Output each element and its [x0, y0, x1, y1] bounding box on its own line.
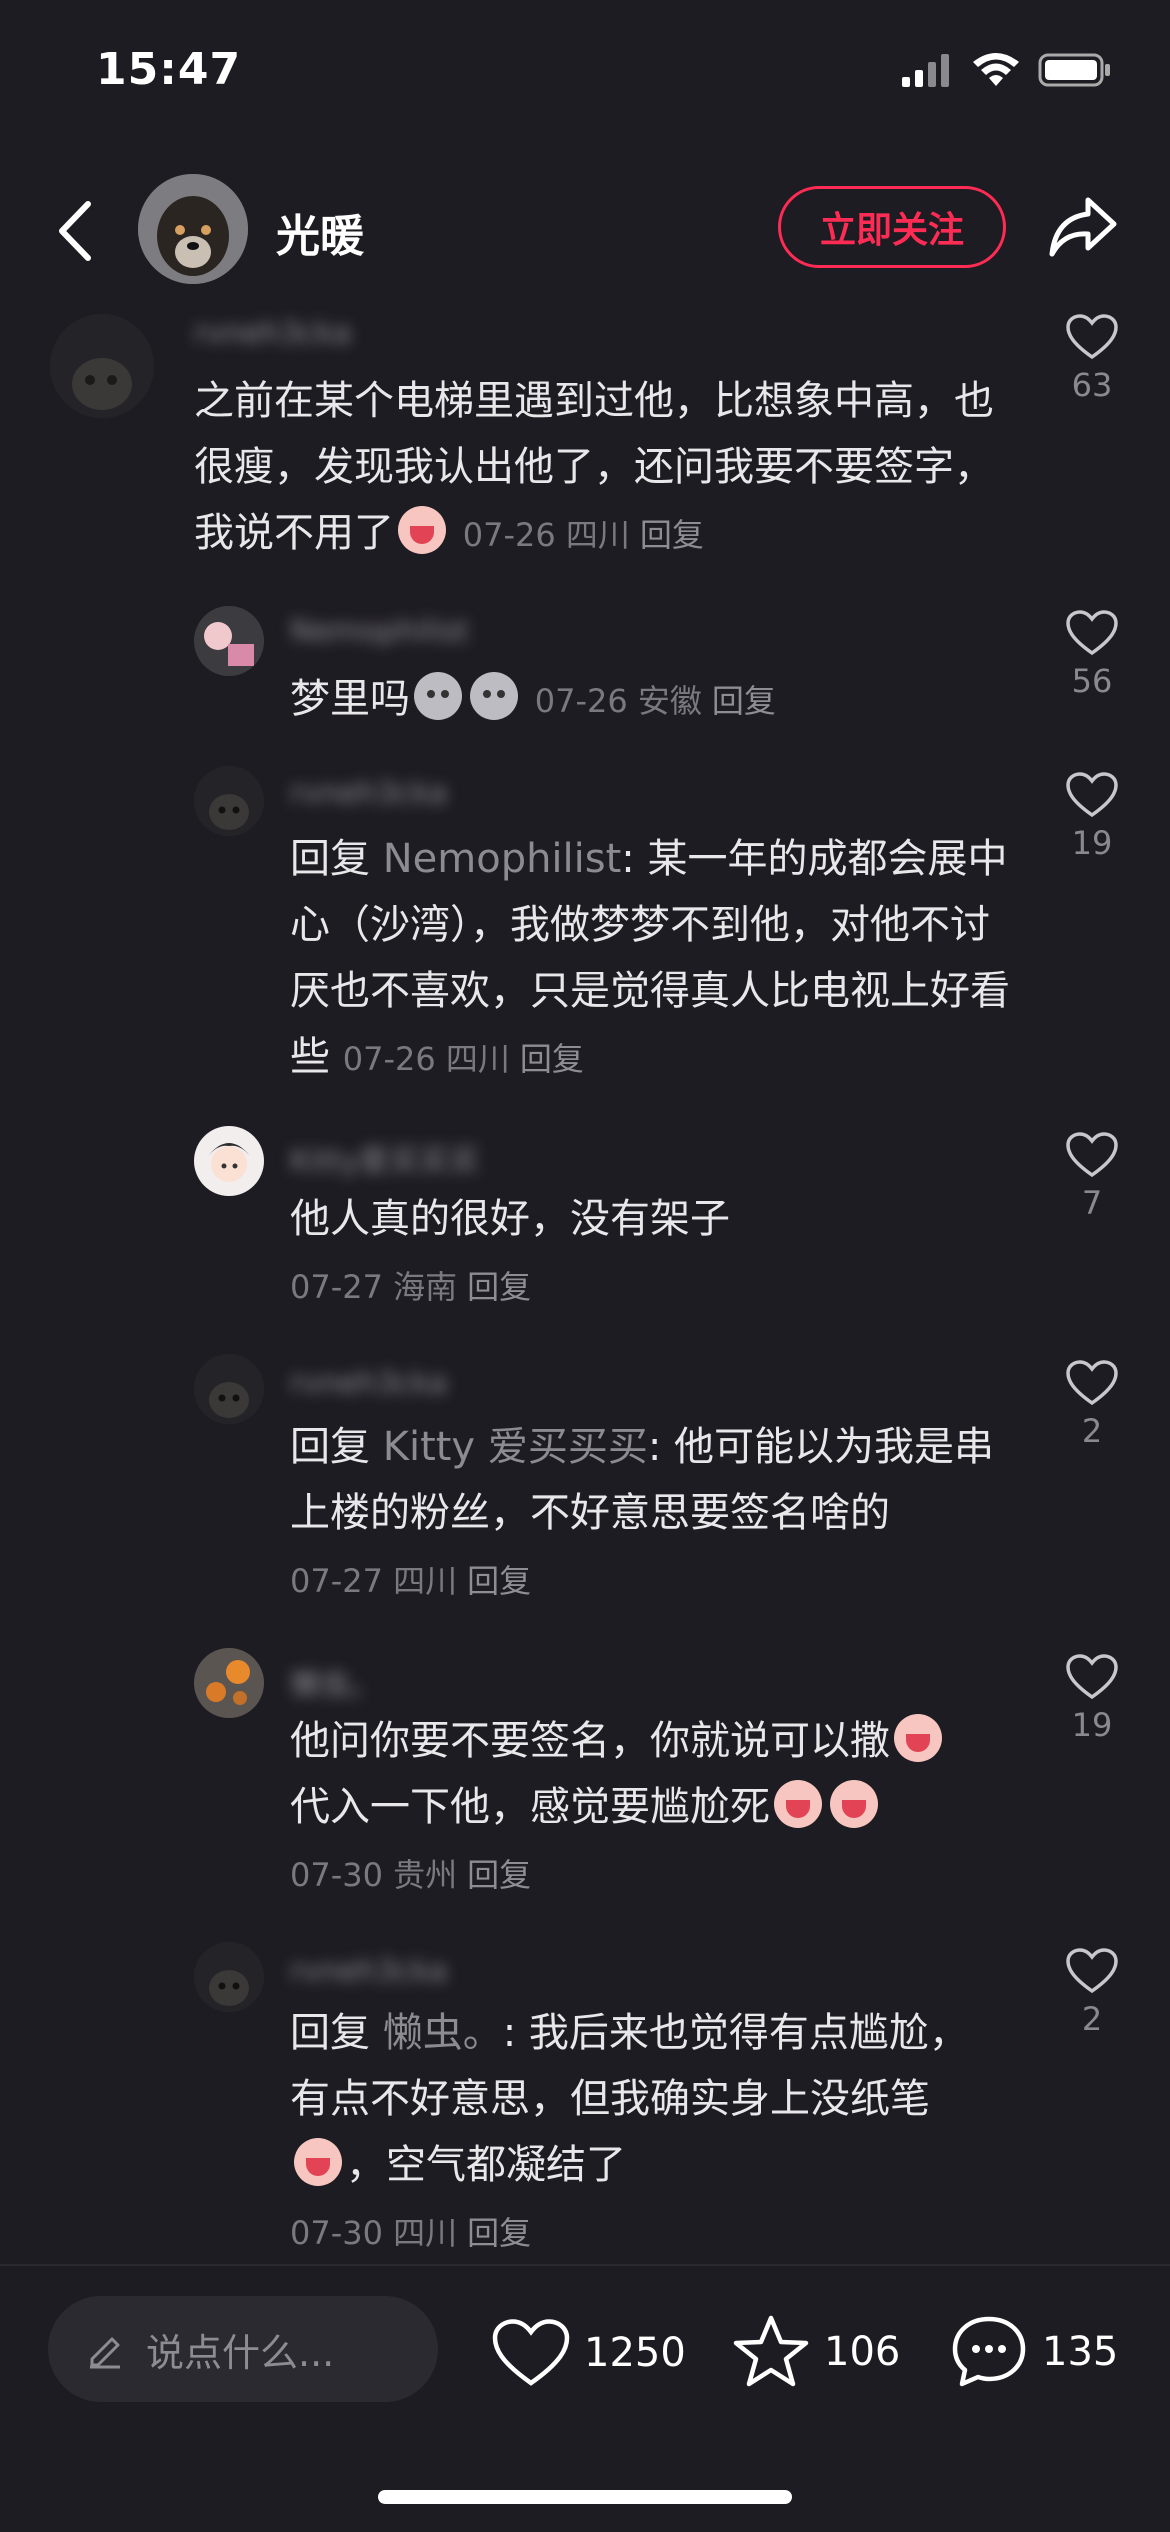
commenter-name[interactable]: rvneh3cka — [290, 1366, 447, 1401]
post-favorite-count: 106 — [824, 2329, 901, 2375]
commenter-avatar[interactable] — [194, 1126, 264, 1196]
comment-meta: 07-26 四川 回复 — [462, 516, 704, 554]
comment-like[interactable]: 56 — [1060, 610, 1124, 700]
grey-emoji-icon — [470, 672, 518, 720]
commenter-avatar[interactable] — [194, 766, 264, 836]
comment-meta: 07-30 贵州 回复 — [290, 1856, 532, 1894]
comment-text: 梦里吗 07-26 安徽 回复 — [290, 666, 1020, 734]
comment-body-end: ，空气都凝结了 — [346, 2142, 626, 2188]
heart-icon[interactable] — [1066, 314, 1118, 360]
like-count: 19 — [1071, 1706, 1113, 1744]
post-like-count: 1250 — [584, 2330, 686, 2376]
commenter-name[interactable]: Kitty爱买买买 — [290, 1136, 479, 1180]
comment-text: 他人真的很好，没有架子 07-27 海南 回复 — [290, 1186, 1020, 1320]
comment-body: 他人真的很好，没有架子 — [290, 1196, 730, 1242]
home-indicator[interactable] — [378, 2490, 792, 2504]
crying-emoji-icon — [774, 1780, 822, 1828]
pencil-icon — [90, 2337, 120, 2369]
comment-input[interactable]: 说点什么... — [48, 2296, 438, 2402]
like-count: 19 — [1071, 824, 1113, 862]
wifi-icon — [973, 53, 1019, 86]
cellular-signal-icon — [902, 54, 949, 87]
comment-meta: 07-26 四川 回复 — [342, 1040, 584, 1078]
bottom-divider — [0, 2264, 1170, 2266]
comment-meta: 07-27 海南 回复 — [290, 1268, 532, 1306]
post-comment-count: 135 — [1042, 2329, 1119, 2375]
share-icon[interactable] — [1046, 192, 1120, 262]
reply-prefix: 回复 — [290, 1424, 383, 1470]
reply-target-name[interactable]: Kitty 爱买买买 — [383, 1424, 648, 1470]
commenter-name[interactable]: rvneh3cka — [290, 1954, 447, 1989]
commenter-avatar[interactable] — [194, 1942, 264, 2012]
comment-like[interactable]: 63 — [1060, 314, 1124, 404]
like-count: 7 — [1081, 1184, 1103, 1222]
battery-icon — [1038, 53, 1110, 87]
reply-link[interactable]: 回复 — [467, 1562, 531, 1600]
status-icons — [902, 52, 1112, 88]
heart-icon[interactable] — [1066, 1360, 1118, 1406]
comment-meta: 07-26 安徽 回复 — [534, 682, 776, 720]
comment-meta: 07-30 四川 回复 — [290, 2214, 532, 2252]
comment-text: 回复 Nemophilist: 某一年的成都会展中心（沙湾），我做梦梦不到他，对… — [290, 826, 1020, 1092]
heart-icon[interactable] — [1066, 772, 1118, 818]
comment-body: 梦里吗 — [290, 676, 410, 722]
like-count: 56 — [1071, 662, 1113, 700]
comment-bubble-icon — [952, 2316, 1026, 2387]
crying-emoji-icon — [894, 1714, 942, 1762]
author-avatar[interactable] — [138, 174, 248, 284]
reply-prefix: 回复 — [290, 2010, 383, 2056]
comment-meta: 07-27 四川 回复 — [290, 1562, 532, 1600]
heart-icon — [492, 2319, 570, 2386]
reply-link[interactable]: 回复 — [467, 2214, 531, 2252]
comment-body-line-1: 他问你要不要签名，你就说可以撒 — [290, 1718, 890, 1764]
post-comment-button[interactable]: 135 — [950, 2314, 1118, 2390]
heart-icon[interactable] — [1066, 610, 1118, 656]
crying-emoji-icon — [294, 2138, 342, 2186]
reply-link[interactable]: 回复 — [467, 1856, 531, 1894]
comment-like[interactable]: 2 — [1060, 1948, 1124, 2038]
like-count: 2 — [1081, 1412, 1103, 1450]
commenter-name[interactable]: rvneh3cka — [194, 316, 351, 351]
comment-input-placeholder: 说点什么... — [146, 2330, 335, 2375]
heart-icon[interactable] — [1066, 1654, 1118, 1700]
like-count: 63 — [1071, 366, 1113, 404]
author-name[interactable]: 光暖 — [276, 200, 364, 264]
crying-emoji-icon — [830, 1780, 878, 1828]
commenter-name[interactable]: Nemophilist — [290, 614, 469, 649]
comment-like[interactable]: 2 — [1060, 1360, 1124, 1450]
comment-like[interactable]: 19 — [1060, 772, 1124, 862]
commenter-avatar[interactable] — [194, 606, 264, 676]
commenter-avatar[interactable] — [194, 1354, 264, 1424]
post-like-button[interactable]: 1250 — [492, 2318, 686, 2388]
reply-target-name[interactable]: Nemophilist — [383, 836, 622, 882]
post-favorite-button[interactable]: 106 — [732, 2314, 900, 2390]
heart-icon[interactable] — [1066, 1948, 1118, 1994]
reply-link[interactable]: 回复 — [520, 1040, 584, 1078]
comment-text: 回复 懒虫。: 我后来也觉得有点尴尬，有点不好意思，但我确实身上没纸笔，空气都凝… — [290, 2000, 970, 2266]
crying-emoji-icon — [398, 506, 446, 554]
comment-text: 他问你要不要签名，你就说可以撒 代入一下他，感觉要尴尬死 07-30 贵州 回复 — [290, 1708, 1020, 1908]
heart-icon[interactable] — [1066, 1132, 1118, 1178]
comment-like[interactable]: 7 — [1060, 1132, 1124, 1222]
status-time: 15:47 — [96, 44, 242, 95]
reply-link[interactable]: 回复 — [640, 516, 704, 554]
commenter-avatar[interactable] — [50, 314, 154, 418]
like-count: 2 — [1081, 2000, 1103, 2038]
reply-link[interactable]: 回复 — [712, 682, 776, 720]
comment-text: 之前在某个电梯里遇到过他，比想象中高，也很瘦，发现我认出他了，还问我要不要签字，… — [194, 368, 1024, 568]
reply-prefix: 回复 — [290, 836, 383, 882]
grey-emoji-icon — [414, 672, 462, 720]
comment-body-line-2: 代入一下他，感觉要尴尬死 — [290, 1784, 770, 1830]
commenter-name[interactable]: rvneh3cka — [290, 776, 447, 811]
comment-like[interactable]: 19 — [1060, 1654, 1124, 1744]
commenter-name[interactable]: 懒虫。 — [290, 1660, 380, 1704]
back-icon[interactable] — [52, 196, 100, 266]
reply-link[interactable]: 回复 — [467, 1268, 531, 1306]
reply-target-name[interactable]: 懒虫。 — [383, 2010, 503, 2056]
star-icon — [733, 2315, 809, 2387]
follow-button[interactable]: 立即关注 — [778, 186, 1006, 268]
comment-text: 回复 Kitty 爱买买买: 他可能以为我是串上楼的粉丝，不好意思要签名啥的 0… — [290, 1414, 1020, 1614]
commenter-avatar[interactable] — [194, 1648, 264, 1718]
